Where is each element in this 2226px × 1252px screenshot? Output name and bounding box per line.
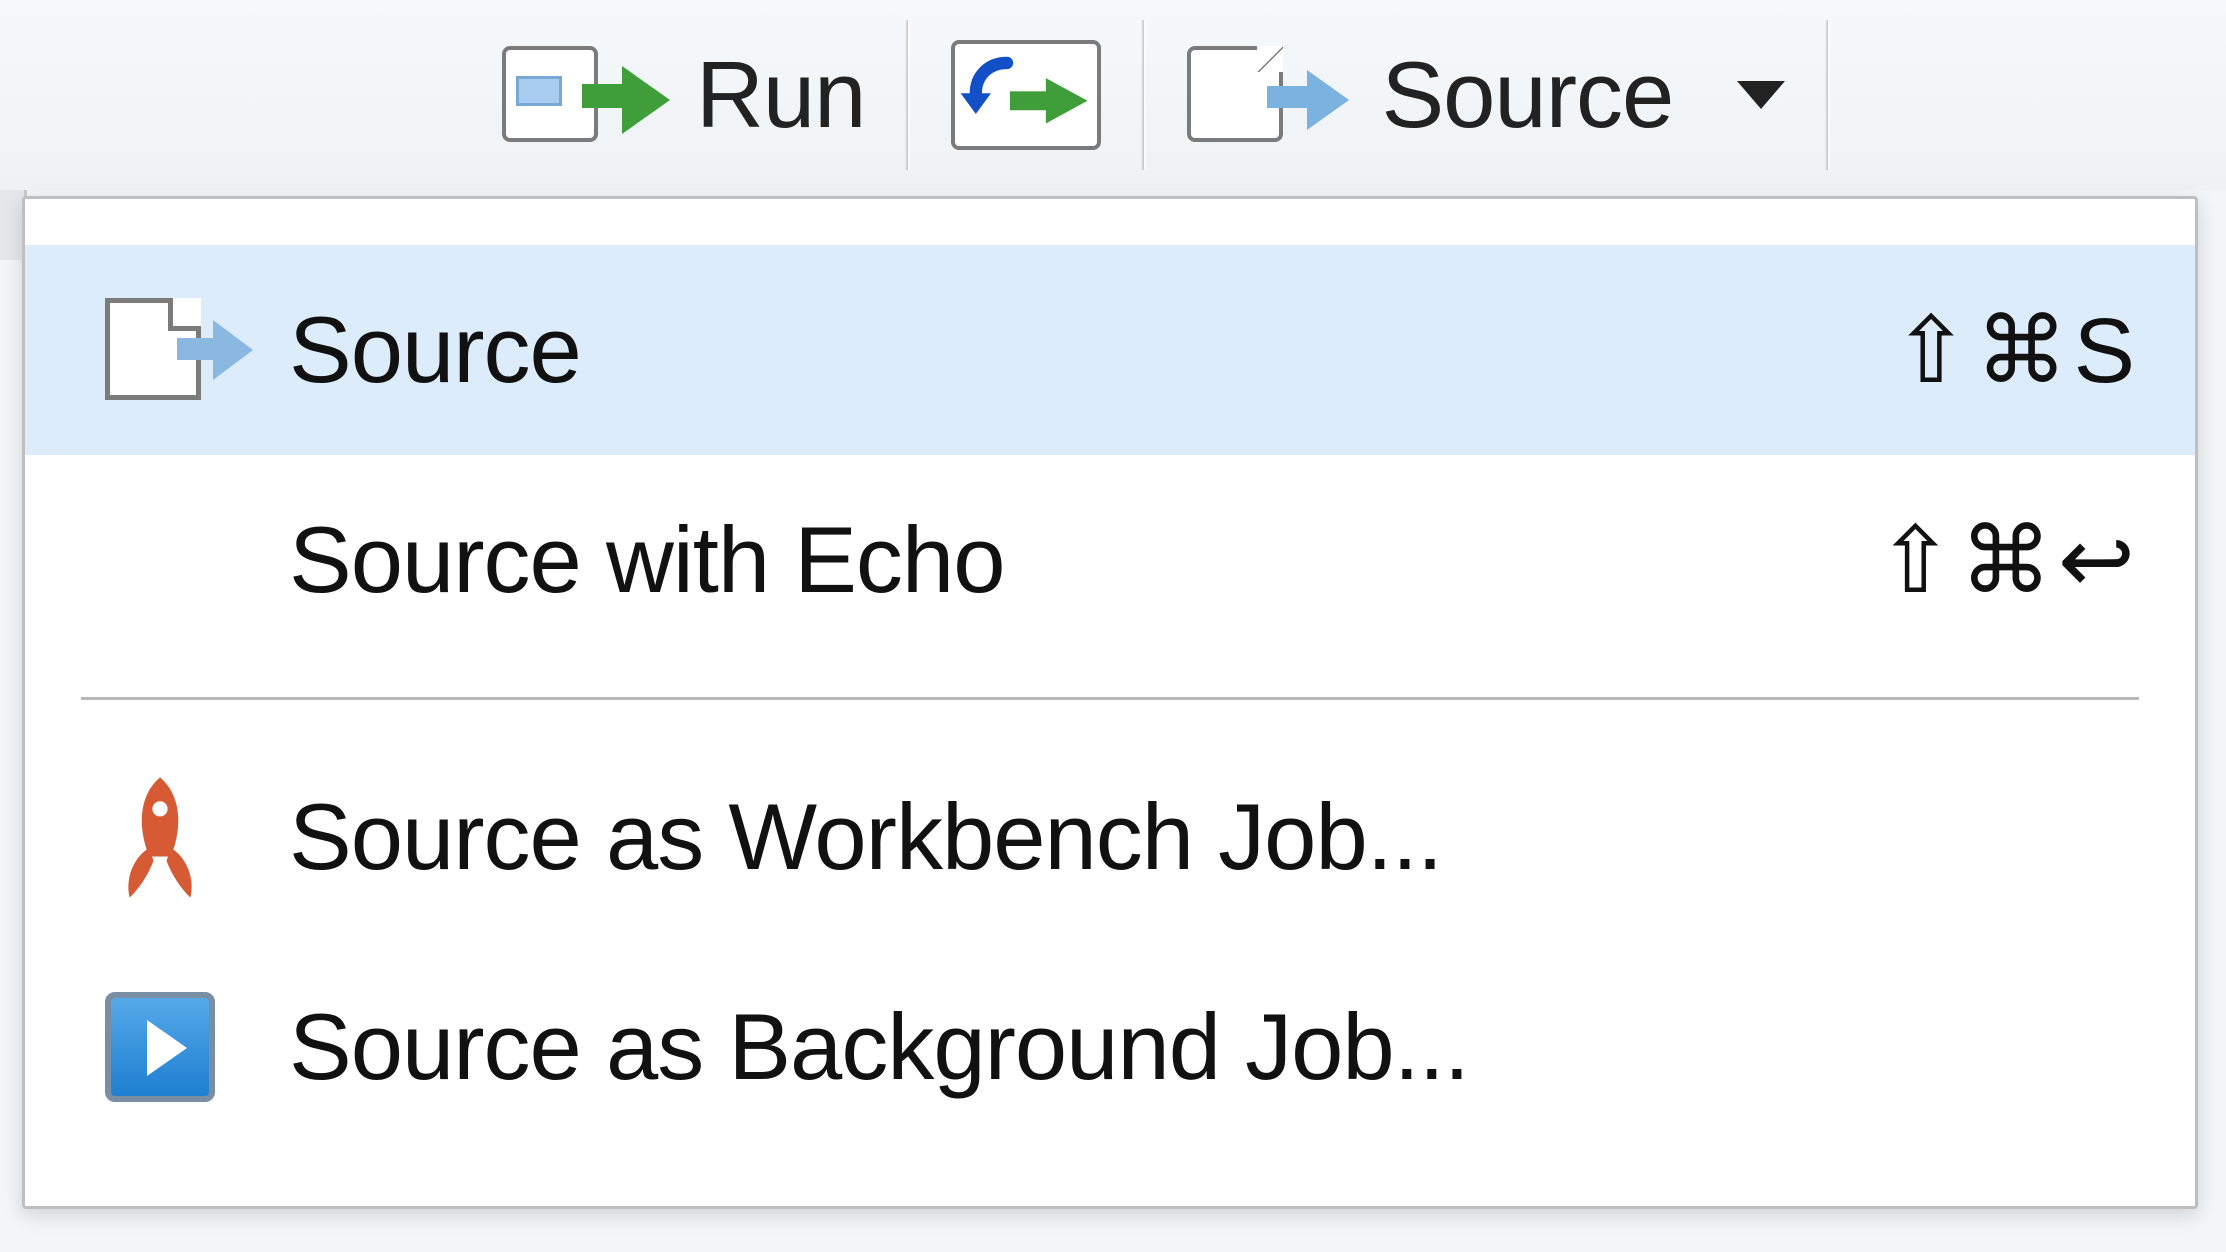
menu-item-source-workbench-job[interactable]: Source as Workbench Job... — [25, 732, 2195, 942]
menu-item-label: Source with Echo — [255, 506, 1877, 614]
source-icon — [105, 290, 255, 410]
toolbar-separator — [1141, 20, 1147, 170]
dropdown-caret-icon — [1737, 81, 1785, 109]
rocket-icon — [105, 772, 215, 902]
menu-item-shortcut: ⇧⌘↩ — [1877, 507, 2141, 614]
rerun-icon — [951, 40, 1101, 150]
play-icon — [105, 992, 215, 1102]
menu-item-source-background-job[interactable]: Source as Background Job... — [25, 942, 2195, 1152]
menu-item-source[interactable]: Source ⇧⌘S — [25, 245, 2195, 455]
rerun-button[interactable] — [939, 20, 1113, 170]
run-icon — [502, 40, 672, 150]
menu-item-source-with-echo[interactable]: Source with Echo ⇧⌘↩ — [25, 455, 2195, 665]
source-dropdown-menu: Source ⇧⌘S Source with Echo ⇧⌘↩ Source a… — [22, 196, 2198, 1209]
run-button-label: Run — [696, 41, 865, 149]
menu-separator — [81, 697, 2139, 700]
toolbar-separator — [905, 20, 911, 170]
source-button[interactable]: Source — [1175, 20, 1797, 170]
run-button[interactable]: Run — [490, 20, 877, 170]
menu-item-label: Source — [255, 296, 1893, 404]
menu-item-shortcut: ⇧⌘S — [1893, 297, 2141, 404]
source-button-label: Source — [1381, 41, 1673, 149]
editor-toolbar: Run Source — [0, 0, 2226, 190]
menu-item-label: Source as Background Job... — [255, 993, 2141, 1101]
toolbar-separator — [1825, 20, 1831, 170]
source-icon — [1187, 40, 1357, 150]
menu-item-label: Source as Workbench Job... — [255, 783, 2141, 891]
